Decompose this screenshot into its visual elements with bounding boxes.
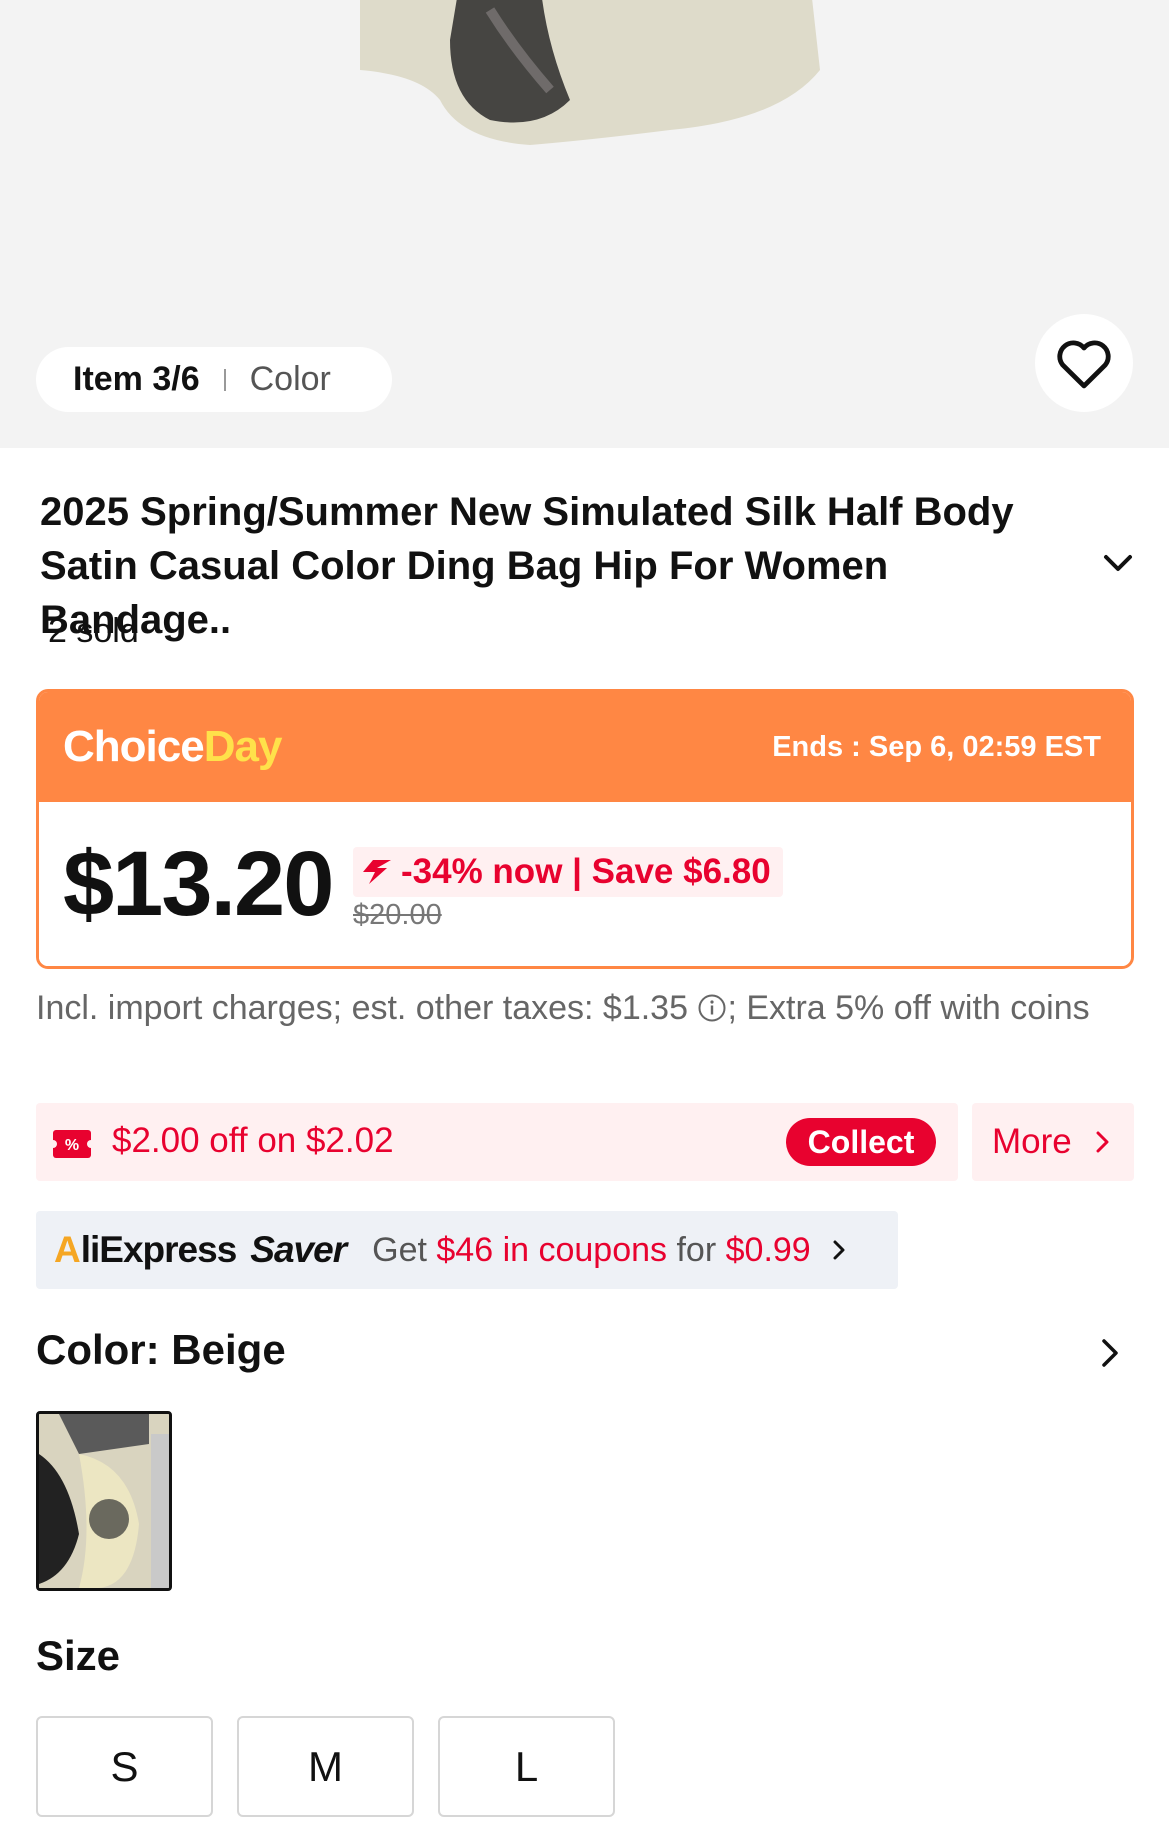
divider <box>223 368 226 391</box>
size-option-m[interactable]: M <box>237 1716 414 1817</box>
wishlist-button[interactable] <box>1035 314 1133 412</box>
brand-part-1: Choice <box>63 722 205 771</box>
collect-button[interactable]: Collect <box>786 1118 936 1166</box>
choice-day-card: ChoiceDay Ends : Sep 6, 02:59 EST $13.20… <box>36 689 1134 969</box>
logo-saver-text: Saver <box>250 1229 347 1270</box>
coupon-row[interactable]: % $2.00 off on $2.02 Collect <box>36 1103 958 1181</box>
current-price: $13.20 <box>63 833 334 935</box>
saver-mid: for <box>676 1230 717 1269</box>
size-option-s[interactable]: S <box>36 1716 213 1817</box>
choice-day-logo: ChoiceDay <box>63 722 283 772</box>
tax-note-extra: ; Extra 5% off with coins <box>727 989 1090 1027</box>
product-title: 2025 Spring/Summer New Simulated Silk Ha… <box>40 490 1014 642</box>
brand-part-2: Day <box>203 722 283 771</box>
saver-highlight-2: $0.99 <box>725 1230 811 1269</box>
aliexpress-saver-banner[interactable]: AliExpress Saver Get $46 in coupons for … <box>36 1211 898 1289</box>
aliexpress-saver-logo: AliExpress Saver <box>54 1229 347 1271</box>
sold-count: 2 sold <box>48 612 139 650</box>
price-block: $13.20 -34% now | Save $6.80 $20.00 <box>39 802 1131 966</box>
saver-offer-text: Get $46 in coupons for $0.99 <box>372 1231 811 1270</box>
choice-day-header: ChoiceDay Ends : Sep 6, 02:59 EST <box>39 692 1131 802</box>
logo-saver-suffix: aver <box>273 1229 347 1270</box>
flash-icon <box>363 860 391 884</box>
variant-label: Color <box>249 360 331 398</box>
product-image <box>360 0 820 145</box>
color-section-title: Color: Beige <box>36 1326 286 1373</box>
logo-text: liExpress <box>80 1229 238 1270</box>
promo-end-time: Ends : Sep 6, 02:59 EST <box>772 730 1101 763</box>
more-label: More <box>992 1122 1072 1161</box>
coupon-text: $2.00 off on $2.02 <box>112 1121 394 1160</box>
chevron-right-icon <box>833 1240 845 1260</box>
original-price: $20.00 <box>353 899 442 931</box>
logo-mark-icon: A <box>54 1229 81 1270</box>
more-coupons-button[interactable]: More <box>972 1103 1134 1181</box>
size-section-title: Size <box>36 1632 121 1679</box>
coupon-icon: % <box>53 1130 91 1158</box>
color-swatch-beige[interactable] <box>36 1411 172 1591</box>
svg-text:%: % <box>65 1137 79 1154</box>
item-counter: Item 3/6 <box>73 360 200 398</box>
chevron-right-icon[interactable] <box>1100 1337 1120 1369</box>
chevron-down-icon[interactable] <box>1098 548 1138 578</box>
saver-prefix: Get <box>372 1230 427 1269</box>
size-option-l[interactable]: L <box>438 1716 615 1817</box>
heart-icon <box>1057 340 1111 389</box>
chevron-right-icon <box>1096 1131 1109 1153</box>
product-image-gallery[interactable]: Item 3/6 Color <box>0 0 1169 448</box>
tax-note-text: Incl. import charges; est. other taxes: … <box>36 989 688 1027</box>
item-counter-pill[interactable]: Item 3/6 Color <box>36 347 392 412</box>
saver-highlight-1: $46 in coupons <box>436 1230 668 1269</box>
discount-text: -34% now | Save $6.80 <box>401 852 771 891</box>
tax-note: Incl. import charges; est. other taxes: … <box>36 985 1116 1032</box>
discount-badge: -34% now | Save $6.80 <box>353 847 783 897</box>
info-icon[interactable] <box>697 993 727 1023</box>
swatch-image <box>39 1414 169 1588</box>
